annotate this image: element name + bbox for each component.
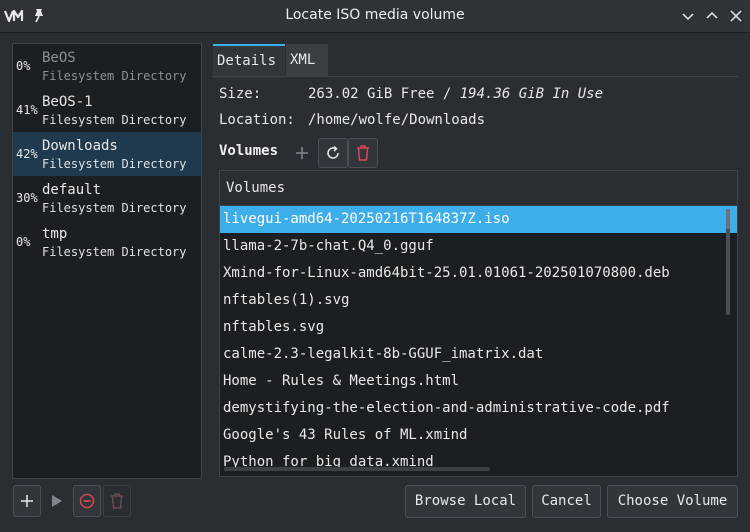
used-space: 194.36 GiB In Use: [459, 86, 604, 102]
volume-row[interactable]: demystifying-the-election-and-administra…: [220, 395, 737, 422]
filesystem-name: default: [42, 182, 102, 198]
play-icon: [52, 495, 62, 507]
volume-row[interactable]: Home - Rules & Meetings.html: [220, 368, 737, 395]
filesystem-name: BeOS-1: [42, 94, 93, 110]
mount-filesystem-button[interactable]: [43, 485, 71, 517]
size-label: Size:: [219, 86, 262, 102]
volumes-list[interactable]: Volumes livegui-amd64-20250216T164837Z.i…: [219, 170, 738, 477]
cancel-button[interactable]: Cancel: [532, 485, 601, 518]
browse-local-button[interactable]: Browse Local: [405, 485, 526, 518]
volume-row[interactable]: nftables.svg: [220, 314, 737, 341]
volume-row[interactable]: calme-2.3-legalkit-8b-GGUF_imatrix.dat: [220, 341, 737, 368]
filesystem-type: Filesystem Directory: [42, 245, 187, 259]
horizontal-scrollbar[interactable]: [224, 467, 490, 471]
usage-percent: 30%: [16, 191, 38, 205]
maximize-button[interactable]: [704, 8, 720, 24]
window-title: Locate ISO media volume: [285, 7, 465, 23]
minimize-button[interactable]: [680, 8, 696, 24]
usage-percent: 41%: [16, 103, 38, 117]
volume-row[interactable]: Python for big data.xmind: [220, 449, 737, 476]
filesystem-name: tmp: [42, 226, 68, 242]
filesystem-type: Filesystem Directory: [42, 113, 187, 127]
tab-divider: [212, 76, 738, 77]
volume-row[interactable]: llama-2-7b-chat.Q4_0.gguf: [220, 233, 737, 260]
choose-volume-button[interactable]: Choose Volume: [607, 485, 738, 518]
filesystem-item-downloads[interactable]: 42% Downloads Filesystem Directory: [13, 132, 201, 176]
delete-volume-button[interactable]: [348, 138, 378, 168]
filesystem-type: Filesystem Directory: [42, 69, 187, 83]
refresh-icon: [327, 145, 339, 159]
filesystem-item-beos[interactable]: 0% BeOS Filesystem Directory: [13, 44, 201, 88]
title-bar: Locate ISO media volume: [0, 0, 750, 33]
close-button[interactable]: [728, 8, 744, 24]
add-volume-button[interactable]: [287, 138, 317, 168]
volume-row[interactable]: nftables(1).svg: [220, 287, 737, 314]
filesystem-name: Downloads: [42, 138, 118, 154]
volume-row[interactable]: Google's 43 Rules of ML.xmind: [220, 422, 737, 449]
remove-filesystem-button[interactable]: [103, 485, 131, 517]
trash-icon: [357, 145, 369, 161]
location-value: /home/wolfe/Downloads: [308, 112, 486, 128]
filesystem-item-tmp[interactable]: 0% tmp Filesystem Directory: [13, 220, 201, 264]
filesystem-type: Filesystem Directory: [42, 157, 187, 171]
filesystem-type: Filesystem Directory: [42, 201, 187, 215]
chevron-down-icon: [682, 13, 694, 21]
filesystem-item-default[interactable]: 30% default Filesystem Directory: [13, 176, 201, 220]
refresh-volumes-button[interactable]: [318, 138, 348, 168]
stop-icon: [79, 493, 95, 509]
size-separator: /: [442, 86, 452, 102]
column-header-label: Volumes: [226, 180, 286, 196]
filesystem-list[interactable]: 0% BeOS Filesystem Directory 41% BeOS-1 …: [12, 43, 202, 479]
filesystem-name: BeOS: [42, 50, 76, 66]
tab-details[interactable]: Details: [213, 44, 285, 78]
usage-percent: 0%: [16, 59, 31, 73]
add-filesystem-button[interactable]: [13, 485, 41, 517]
filesystem-item-beos-1[interactable]: 41% BeOS-1 Filesystem Directory: [13, 88, 201, 132]
volume-row[interactable]: Xmind-for-Linux-amd64bit-25.01.01061-202…: [220, 260, 737, 287]
volumes-column-header[interactable]: Volumes: [220, 171, 737, 206]
size-value: 263.02 GiB Free / 194.36 GiB In Use: [308, 86, 603, 102]
usage-percent: 0%: [16, 235, 31, 249]
volumes-heading: Volumes: [219, 143, 279, 159]
stop-filesystem-button[interactable]: [73, 485, 101, 517]
tab-xml[interactable]: XML: [286, 44, 328, 76]
free-space: 263.02 GiB Free: [308, 86, 435, 102]
vertical-scrollbar-thumb[interactable]: [726, 209, 730, 229]
volume-row[interactable]: livegui-amd64-20250216T164837Z.iso: [220, 206, 737, 233]
trash-icon: [111, 493, 123, 509]
location-label: Location:: [219, 112, 295, 128]
close-icon: [730, 10, 742, 22]
chevron-up-icon: [706, 11, 718, 19]
usage-percent: 42%: [16, 147, 38, 161]
plus-icon: [21, 495, 33, 507]
plus-icon: [296, 147, 308, 159]
